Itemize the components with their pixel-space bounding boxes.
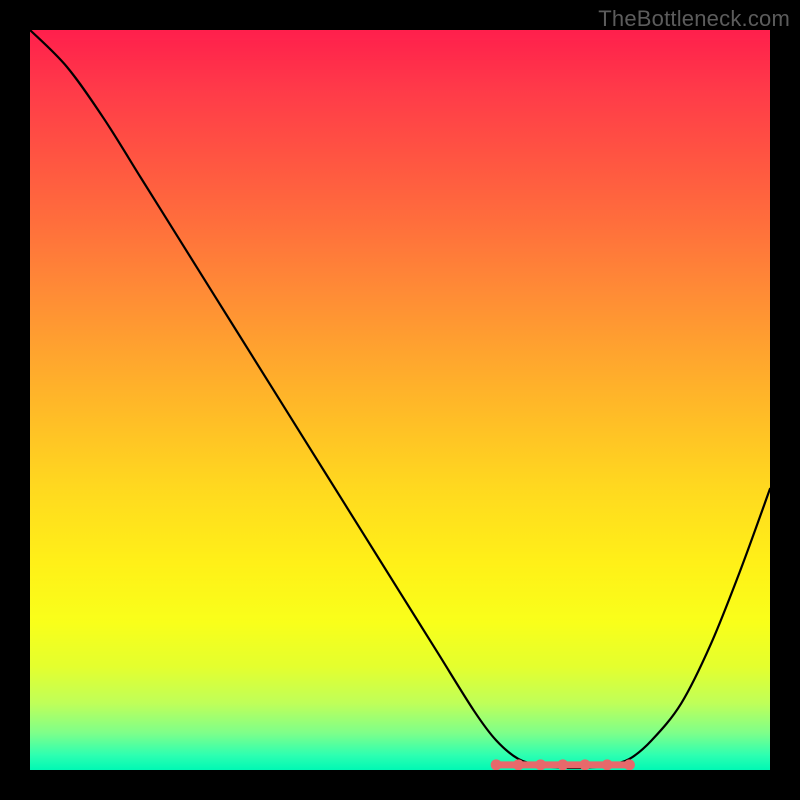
plot-area [30,30,770,770]
marker-dot [602,759,613,770]
plot-shell [30,30,770,770]
marker-dot [580,759,591,770]
marker-dot [491,759,502,770]
bottleneck-curve [30,30,770,768]
marker-dot [535,759,546,770]
marker-dot [624,759,635,770]
watermark-text: TheBottleneck.com [598,6,790,32]
curve-layer [30,30,770,770]
chart-frame: TheBottleneck.com [0,0,800,800]
marker-band [491,759,635,770]
marker-dot [557,759,568,770]
marker-dot [513,759,524,770]
